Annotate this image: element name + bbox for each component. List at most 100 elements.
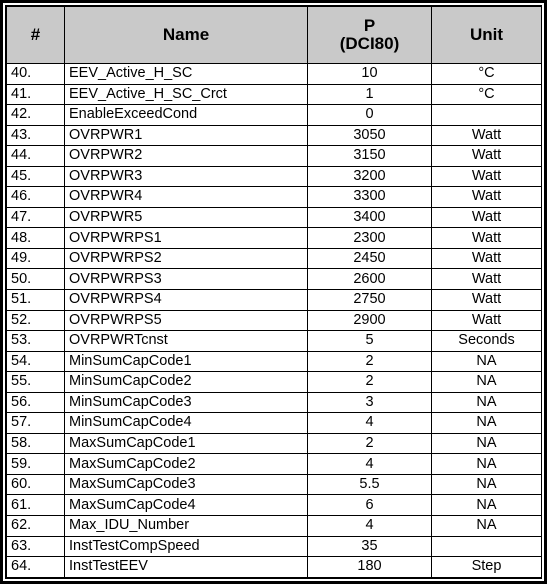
cell-number: 52. bbox=[6, 309, 65, 332]
table-row: 64. InstTestEEV 180 Step bbox=[6, 556, 541, 578]
cell-p-value: 2300 bbox=[307, 227, 432, 249]
cell-name: OVRPWR1 bbox=[64, 124, 308, 147]
cell-number: 64. bbox=[6, 556, 65, 578]
cell-unit: NA bbox=[431, 412, 541, 434]
cell-number: 50. bbox=[6, 268, 65, 291]
table-row: 46. OVRPWR4 3300 Watt bbox=[6, 186, 541, 208]
cell-unit bbox=[431, 535, 541, 558]
cell-unit: Seconds bbox=[431, 330, 541, 352]
cell-unit: NA bbox=[431, 473, 541, 496]
cell-name: OVRPWRPS3 bbox=[64, 268, 308, 291]
cell-number: 58. bbox=[6, 432, 65, 455]
cell-p-value: 3300 bbox=[307, 186, 432, 208]
table-row: 43. OVRPWR1 3050 Watt bbox=[6, 124, 541, 147]
table-row: 63. InstTestCompSpeed 35 bbox=[6, 535, 541, 558]
cell-p-value: 180 bbox=[307, 556, 432, 578]
cell-p-value: 1 bbox=[307, 83, 432, 106]
table-row: 62. Max_IDU_Number 4 NA bbox=[6, 515, 541, 537]
cell-p-value: 3 bbox=[307, 391, 432, 414]
cell-unit: °C bbox=[431, 83, 541, 106]
cell-name: InstTestEEV bbox=[64, 556, 308, 578]
cell-p-value: 2 bbox=[307, 371, 432, 393]
cell-unit: NA bbox=[431, 515, 541, 537]
cell-number: 53. bbox=[6, 330, 65, 352]
table-row: 44. OVRPWR2 3150 Watt bbox=[6, 145, 541, 167]
cell-number: 49. bbox=[6, 247, 65, 270]
table-outer-frame: # Name P (DCI80) Unit 40. EEV_Active_H_SC… bbox=[0, 0, 547, 584]
cell-number: 55. bbox=[6, 371, 65, 393]
table-row: 53. OVRPWRTcnst 5 Seconds bbox=[6, 330, 541, 352]
cell-number: 48. bbox=[6, 227, 65, 249]
column-header-p: P (DCI80) bbox=[307, 6, 432, 64]
column-header-name: Name bbox=[64, 6, 308, 64]
cell-p-value: 2600 bbox=[307, 268, 432, 291]
table-row: 58. MaxSumCapCode1 2 NA bbox=[6, 432, 541, 455]
cell-unit: Watt bbox=[431, 309, 541, 332]
cell-name: MaxSumCapCode3 bbox=[64, 473, 308, 496]
cell-name: OVRPWRPS4 bbox=[64, 289, 308, 311]
table-header-row: # Name P (DCI80) Unit bbox=[6, 6, 541, 64]
cell-name: MinSumCapCode4 bbox=[64, 412, 308, 434]
cell-number: 63. bbox=[6, 535, 65, 558]
table-row: 52. OVRPWRPS5 2900 Watt bbox=[6, 309, 541, 332]
column-header-p-line2: (DCI80) bbox=[339, 34, 400, 53]
cell-unit: Watt bbox=[431, 165, 541, 188]
cell-name: MinSumCapCode1 bbox=[64, 350, 308, 373]
cell-unit: Watt bbox=[431, 145, 541, 167]
table-row: 51. OVRPWRPS4 2750 Watt bbox=[6, 289, 541, 311]
cell-unit: Watt bbox=[431, 247, 541, 270]
table-row: 57. MinSumCapCode4 4 NA bbox=[6, 412, 541, 434]
cell-name: OVRPWR2 bbox=[64, 145, 308, 167]
cell-p-value: 2900 bbox=[307, 309, 432, 332]
cell-number: 43. bbox=[6, 124, 65, 147]
cell-p-value: 0 bbox=[307, 104, 432, 126]
cell-p-value: 35 bbox=[307, 535, 432, 558]
cell-name: MaxSumCapCode1 bbox=[64, 432, 308, 455]
cell-unit: NA bbox=[431, 350, 541, 373]
cell-p-value: 3150 bbox=[307, 145, 432, 167]
cell-unit bbox=[431, 104, 541, 126]
cell-unit: Watt bbox=[431, 268, 541, 291]
table-row: 54. MinSumCapCode1 2 NA bbox=[6, 350, 541, 373]
cell-name: MaxSumCapCode2 bbox=[64, 453, 308, 475]
table-container: # Name P (DCI80) Unit 40. EEV_Active_H_SC… bbox=[5, 5, 542, 579]
table-row: 45. OVRPWR3 3200 Watt bbox=[6, 165, 541, 188]
table-body: 40. EEV_Active_H_SC 10 °C 41. EEV_Active_H_SC… bbox=[6, 63, 541, 578]
cell-number: 40. bbox=[6, 63, 65, 85]
cell-number: 59. bbox=[6, 453, 65, 475]
cell-name: InstTestCompSpeed bbox=[64, 535, 308, 558]
table-row: 59. MaxSumCapCode2 4 NA bbox=[6, 453, 541, 475]
table-row: 55. MinSumCapCode2 2 NA bbox=[6, 371, 541, 393]
cell-number: 44. bbox=[6, 145, 65, 167]
column-header-p-line1: P bbox=[363, 16, 376, 36]
cell-p-value: 4 bbox=[307, 412, 432, 434]
cell-unit: Watt bbox=[431, 206, 541, 229]
cell-name: Max_IDU_Number bbox=[64, 515, 308, 537]
parameter-table: # Name P (DCI80) Unit 40. EEV_Active_H_SC… bbox=[6, 6, 541, 578]
cell-name: EEV_Active_H_SC_Crct bbox=[64, 83, 308, 106]
cell-name: OVRPWRTcnst bbox=[64, 330, 308, 352]
cell-number: 51. bbox=[6, 289, 65, 311]
cell-name: OVRPWR3 bbox=[64, 165, 308, 188]
cell-p-value: 3400 bbox=[307, 206, 432, 229]
cell-number: 47. bbox=[6, 206, 65, 229]
cell-unit: NA bbox=[431, 371, 541, 393]
cell-p-value: 2 bbox=[307, 350, 432, 373]
cell-p-value: 5 bbox=[307, 330, 432, 352]
cell-unit: NA bbox=[431, 432, 541, 455]
cell-p-value: 2750 bbox=[307, 289, 432, 311]
cell-name: OVRPWR5 bbox=[64, 206, 308, 229]
cell-unit: Watt bbox=[431, 289, 541, 311]
cell-unit: °C bbox=[431, 63, 541, 85]
cell-name: MaxSumCapCode4 bbox=[64, 494, 308, 517]
cell-name: EEV_Active_H_SC bbox=[64, 63, 308, 85]
cell-unit: Step bbox=[431, 556, 541, 578]
table-row: 50. OVRPWRPS3 2600 Watt bbox=[6, 268, 541, 291]
cell-unit: NA bbox=[431, 453, 541, 475]
cell-p-value: 10 bbox=[307, 63, 432, 85]
cell-number: 56. bbox=[6, 391, 65, 414]
cell-p-value: 2 bbox=[307, 432, 432, 455]
cell-p-value: 2450 bbox=[307, 247, 432, 270]
cell-p-value: 4 bbox=[307, 515, 432, 537]
table-row: 47. OVRPWR5 3400 Watt bbox=[6, 206, 541, 229]
